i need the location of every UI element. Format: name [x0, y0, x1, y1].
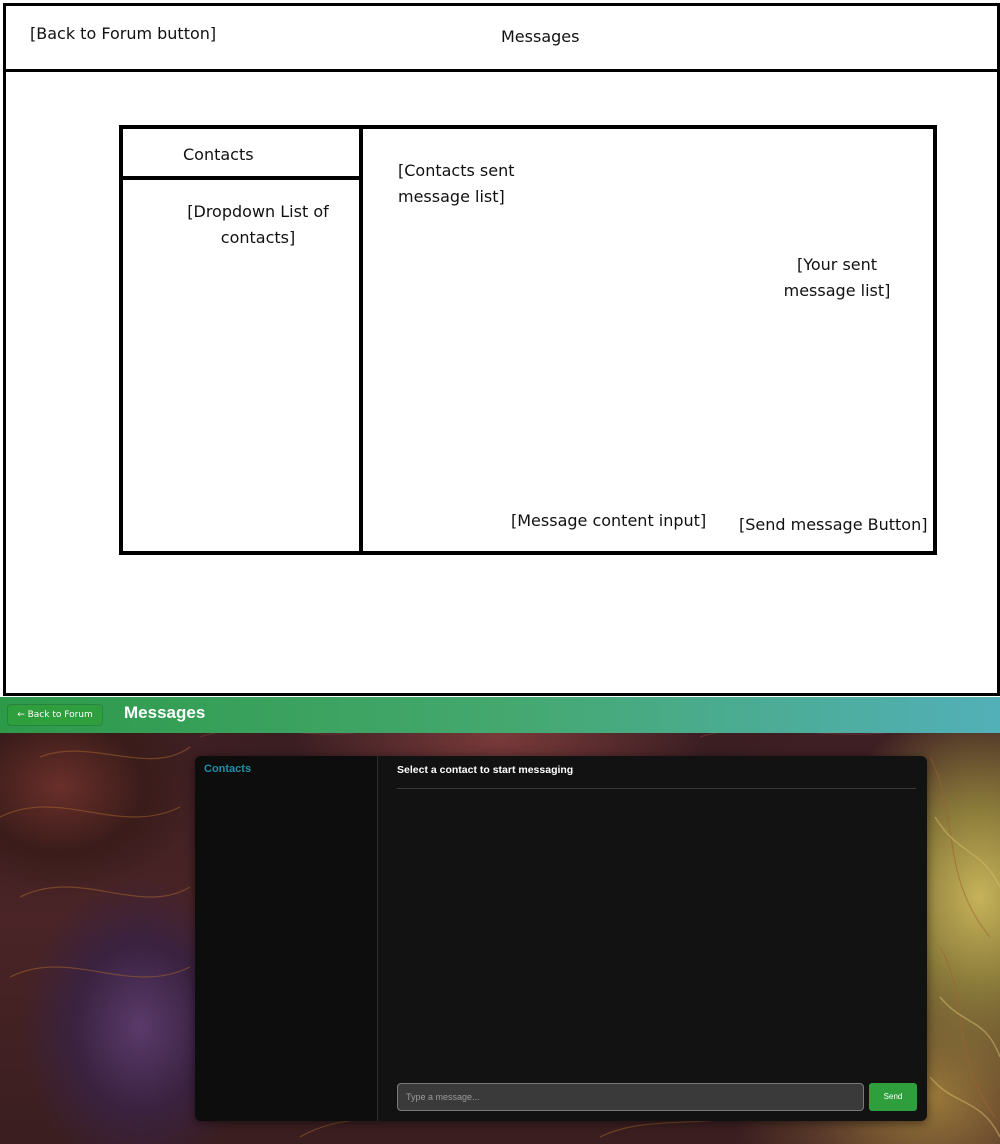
- messages-panel: Contacts Select a contact to start messa…: [195, 756, 927, 1121]
- chat-divider: [397, 788, 916, 789]
- chat-title: Select a contact to start messaging: [397, 764, 574, 776]
- contacts-title: Contacts: [204, 763, 252, 775]
- wireframe-title: Messages: [501, 27, 580, 46]
- wireframe-your-sent-list: [Your sent message list]: [783, 255, 891, 300]
- page-title: Messages: [124, 703, 206, 722]
- contacts-sidebar: Contacts: [195, 756, 378, 1121]
- top-navigation-bar: ← Back to Forum Messages: [0, 697, 1000, 733]
- wireframe-contacts-divider: [119, 176, 361, 180]
- wireframe-messages-box: [119, 125, 937, 555]
- wireframe-contacts-dropdown: [Dropdown List of contacts]: [187, 202, 329, 247]
- wireframe-header-divider: [3, 69, 997, 72]
- wireframe-column-divider: [359, 125, 363, 555]
- messages-app: ← Back to Forum Messages Contacts Select…: [0, 697, 1000, 1144]
- message-input[interactable]: [397, 1083, 864, 1111]
- wireframe-contacts-header: Contacts: [183, 145, 254, 164]
- chat-area: Select a contact to start messaging Send: [378, 756, 927, 1121]
- wireframe-message-input: [Message content input]: [511, 511, 707, 530]
- wireframe-mockup: [Back to Forum button] Messages Contacts…: [0, 0, 1000, 697]
- wireframe-back-button-label: [Back to Forum button]: [30, 24, 217, 43]
- back-to-forum-button[interactable]: ← Back to Forum: [8, 705, 102, 725]
- send-button[interactable]: Send: [869, 1083, 917, 1111]
- wireframe-contacts-sent-list: [Contacts sent message list]: [398, 161, 515, 206]
- wireframe-send-button: [Send message Button]: [739, 515, 928, 534]
